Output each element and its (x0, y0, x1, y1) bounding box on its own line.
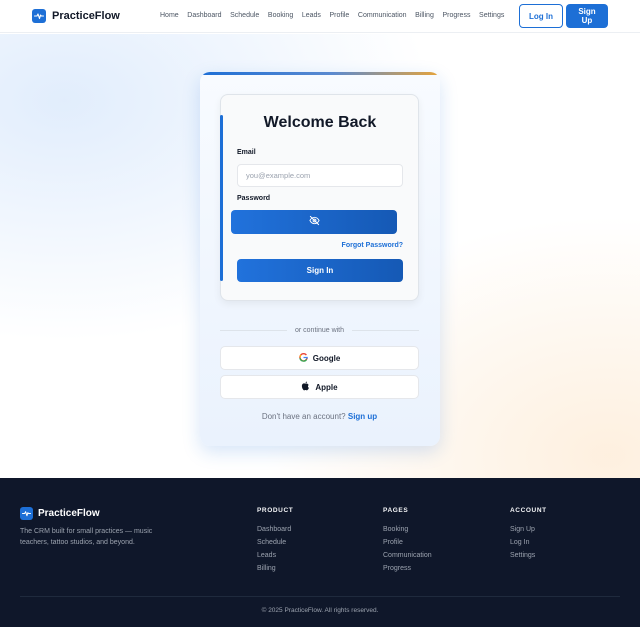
form-card-accent (220, 115, 223, 281)
email-label: Email (237, 149, 256, 156)
social-divider: or continue with (220, 327, 419, 334)
footer-heading: PRODUCT (257, 507, 294, 514)
footer-column-product: PRODUCT Dashboard Schedule Leads Billing (257, 507, 293, 578)
nav-link-settings[interactable]: Settings (479, 12, 504, 19)
footer-link[interactable]: Profile (383, 539, 432, 552)
nav-link-progress[interactable]: Progress (442, 12, 470, 19)
footer-tagline: The CRM built for small practices — musi… (20, 528, 153, 546)
divider-text: or continue with (294, 327, 345, 334)
divider-line-left (220, 330, 287, 331)
brand[interactable]: PracticeFlow (32, 9, 120, 23)
footer-heading: PAGES (383, 507, 409, 514)
page-title: Welcome Back (263, 114, 377, 131)
login-button[interactable]: Log In (519, 4, 563, 28)
email-placeholder: you@example.com (246, 171, 311, 180)
footer-brand-name: PracticeFlow (38, 508, 100, 519)
footer-link[interactable]: Leads (257, 552, 293, 565)
google-icon (299, 352, 308, 364)
google-label: Google (312, 353, 341, 363)
signup-prompt-text: Don't have an account? (261, 412, 346, 421)
sign-in-button[interactable]: Sign In (237, 259, 403, 282)
nav-link-profile[interactable]: Profile (329, 12, 349, 19)
nav-link-dashboard[interactable]: Dashboard (187, 12, 221, 19)
pulse-icon (32, 9, 46, 23)
email-field[interactable]: you@example.com (237, 164, 403, 187)
signup-button[interactable]: Sign Up (566, 4, 608, 28)
footer-link[interactable]: Settings (510, 552, 547, 565)
nav-link-home[interactable]: Home (160, 12, 179, 19)
nav-link-communication[interactable]: Communication (358, 12, 407, 19)
divider-line-right (352, 330, 419, 331)
footer-link[interactable]: Sign Up (510, 526, 547, 539)
footer-link[interactable]: Booking (383, 526, 432, 539)
footer-link[interactable]: Dashboard (257, 526, 293, 539)
footer-link[interactable]: Schedule (257, 539, 293, 552)
footer-divider (20, 596, 620, 597)
signup-prompt: Don't have an account? Sign up (220, 412, 419, 421)
nav-link-schedule[interactable]: Schedule (230, 12, 259, 19)
forgot-password-link[interactable]: Forgot Password? (300, 242, 403, 249)
pulse-icon (20, 507, 33, 520)
apple-button[interactable]: Apple (220, 375, 419, 399)
footer-link[interactable]: Communication (383, 552, 432, 565)
nav-link-billing[interactable]: Billing (415, 12, 434, 19)
password-field[interactable] (231, 210, 397, 234)
nav-link-leads[interactable]: Leads (302, 12, 321, 19)
panel-top-accent (200, 72, 440, 75)
footer-brand[interactable]: PracticeFlow (20, 507, 100, 520)
nav-links: Home Dashboard Schedule Booking Leads Pr… (160, 12, 513, 19)
apple-icon (301, 381, 310, 393)
footer-heading: ACCOUNT (510, 507, 547, 514)
password-label: Password (237, 195, 271, 202)
nav-link-booking[interactable]: Booking (268, 12, 293, 19)
footer-link[interactable]: Log In (510, 539, 547, 552)
footer-link[interactable]: Progress (383, 565, 432, 578)
footer-link[interactable]: Billing (257, 565, 293, 578)
top-navbar: PracticeFlow Home Dashboard Schedule Boo… (0, 0, 640, 33)
footer-column-account: ACCOUNT Sign Up Log In Settings (510, 507, 547, 565)
google-button[interactable]: Google (220, 346, 419, 370)
footer-column-pages: PAGES Booking Profile Communication Prog… (383, 507, 432, 578)
brand-name: PracticeFlow (52, 10, 120, 22)
signup-link[interactable]: Sign up (348, 412, 377, 421)
copyright: © 2025 PracticeFlow. All rights reserved… (261, 607, 379, 614)
apple-label: Apple (315, 382, 338, 392)
eye-off-icon[interactable] (308, 213, 320, 231)
